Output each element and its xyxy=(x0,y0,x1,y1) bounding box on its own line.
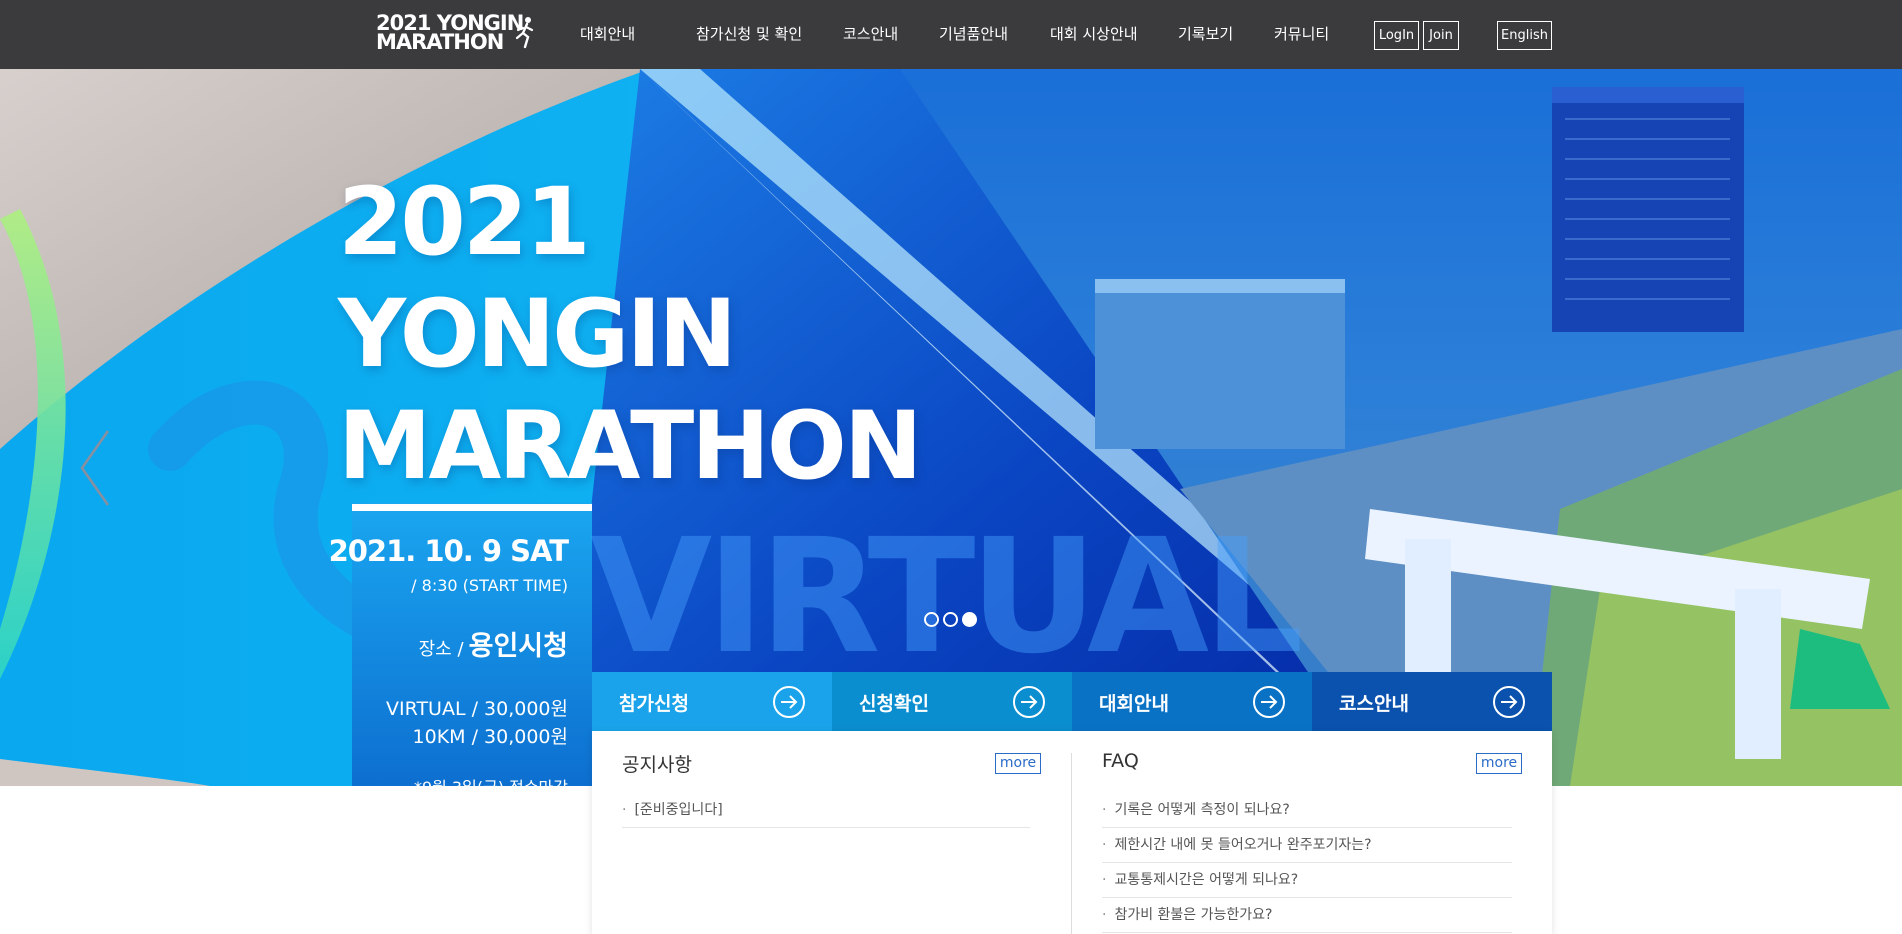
arrow-right-circle-icon xyxy=(773,686,805,718)
arrow-right-circle-icon xyxy=(1253,686,1285,718)
slider-dot-2[interactable] xyxy=(943,612,958,627)
notice-more-button[interactable]: more xyxy=(995,753,1041,774)
event-place-value: 용인시청 xyxy=(468,631,568,662)
event-date: 2021. 10. 9 SAT xyxy=(328,534,569,568)
quick-menu-info-label: 대회안내 xyxy=(1099,693,1169,715)
faq-board: FAQ more · 기록은 어떻게 측정이 되나요? · 제한시간 내에 못 들어… xyxy=(1072,731,1552,934)
faq-item-text: 참가비 환불은 가능한가요? xyxy=(1114,907,1273,923)
faq-item-text: 기록은 어떻게 측정이 되나요? xyxy=(1114,802,1290,818)
quick-menu-course[interactable]: 코스안내 xyxy=(1312,672,1552,731)
virtual-watermark: VIRTUAL xyxy=(590,505,1304,689)
quick-menu-apply-label: 참가신청 xyxy=(619,693,689,715)
slider-pagination xyxy=(924,612,977,630)
site-logo[interactable]: 2021 YONGIN MARATHON xyxy=(376,13,534,56)
nav-souvenir[interactable]: 기념품안내 xyxy=(939,23,1008,44)
slider-dot-1[interactable] xyxy=(924,612,939,627)
quick-menu: 참가신청 신청확인 대회안내 코스안내 xyxy=(592,672,1552,731)
slider-dot-3[interactable] xyxy=(962,612,977,627)
nav-tournament-info[interactable]: 대회안내 xyxy=(580,23,635,44)
notice-board: 공지사항 more · [준비중입니다] xyxy=(592,731,1071,934)
arrow-right-circle-icon xyxy=(1493,686,1525,718)
board-section: 공지사항 more · [준비중입니다] FAQ more · 기록은 어떻게 측정… xyxy=(592,731,1552,934)
faq-item[interactable]: · 제한시간 내에 못 들어오거나 완주포기자는? xyxy=(1102,828,1512,863)
nav-community[interactable]: 커뮤니티 xyxy=(1274,23,1329,44)
faq-more-button[interactable]: more xyxy=(1476,753,1522,774)
top-navigation-bar: 2021 YONGIN MARATHON 대회안내 참가신청 및 확인 코스안내… xyxy=(0,0,1902,69)
notice-title: 공지사항 xyxy=(622,754,692,776)
info-panel-top-line xyxy=(352,504,592,511)
event-place-label: 장소 / xyxy=(418,639,464,660)
slider-prev-arrow-icon[interactable] xyxy=(78,429,112,507)
event-place: 장소 / 용인시청 xyxy=(419,624,568,663)
quick-menu-info[interactable]: 대회안내 xyxy=(1072,672,1312,731)
event-info-panel: 2021. 10. 9 SAT / 8:30 (START TIME) 장소 /… xyxy=(329,504,592,934)
arrow-right-circle-icon xyxy=(1013,686,1045,718)
login-button[interactable]: LogIn xyxy=(1374,21,1419,50)
faq-title: FAQ xyxy=(1102,750,1139,772)
faq-item-text: 제한시간 내에 못 들어오거나 완주포기자는? xyxy=(1114,837,1372,853)
faq-item-text: 교통통제시간은 어떻게 되나요? xyxy=(1114,872,1299,888)
notice-item-text: [준비중입니다] xyxy=(634,802,723,818)
faq-item[interactable]: · 참가비 환불은 가능한가요? xyxy=(1102,898,1512,933)
nav-awards[interactable]: 대회 시상안내 xyxy=(1050,23,1138,44)
runner-icon xyxy=(515,17,534,49)
notice-list: · [준비중입니다] xyxy=(622,793,1030,828)
nav-registration[interactable]: 참가신청 및 확인 xyxy=(696,23,802,44)
quick-menu-check[interactable]: 신청확인 xyxy=(832,672,1072,731)
faq-item[interactable]: · 교통통제시간은 어떻게 되나요? xyxy=(1102,863,1512,898)
nav-records[interactable]: 기록보기 xyxy=(1178,23,1233,44)
quick-menu-apply[interactable]: 참가신청 xyxy=(592,672,832,731)
hero-title-city: YONGIN xyxy=(338,280,737,389)
price-virtual: VIRTUAL / 30,000원 xyxy=(386,698,568,720)
join-button[interactable]: Join xyxy=(1423,21,1459,50)
english-button[interactable]: English xyxy=(1497,21,1552,50)
registration-deadline: *9월 3일(금) 접수마감 xyxy=(413,778,568,797)
faq-list: · 기록은 어떻게 측정이 되나요? · 제한시간 내에 못 들어오거나 완주포기자… xyxy=(1102,793,1512,933)
faq-item[interactable]: · 기록은 어떻게 측정이 되나요? xyxy=(1102,793,1512,828)
event-start-time: / 8:30 (START TIME) xyxy=(411,576,568,595)
logo-line-2: MARATHON xyxy=(376,30,504,54)
notice-item[interactable]: · [준비중입니다] xyxy=(622,793,1030,828)
hero-title: 2021 YONGIN MARATHON xyxy=(338,167,922,503)
hero-title-year: 2021 xyxy=(338,168,591,277)
hero-title-event: MARATHON xyxy=(338,392,922,501)
quick-menu-check-label: 신청확인 xyxy=(859,693,929,715)
quick-menu-course-label: 코스안내 xyxy=(1339,693,1409,715)
nav-course[interactable]: 코스안내 xyxy=(843,23,898,44)
price-10km: 10KM / 30,000원 xyxy=(412,726,568,748)
